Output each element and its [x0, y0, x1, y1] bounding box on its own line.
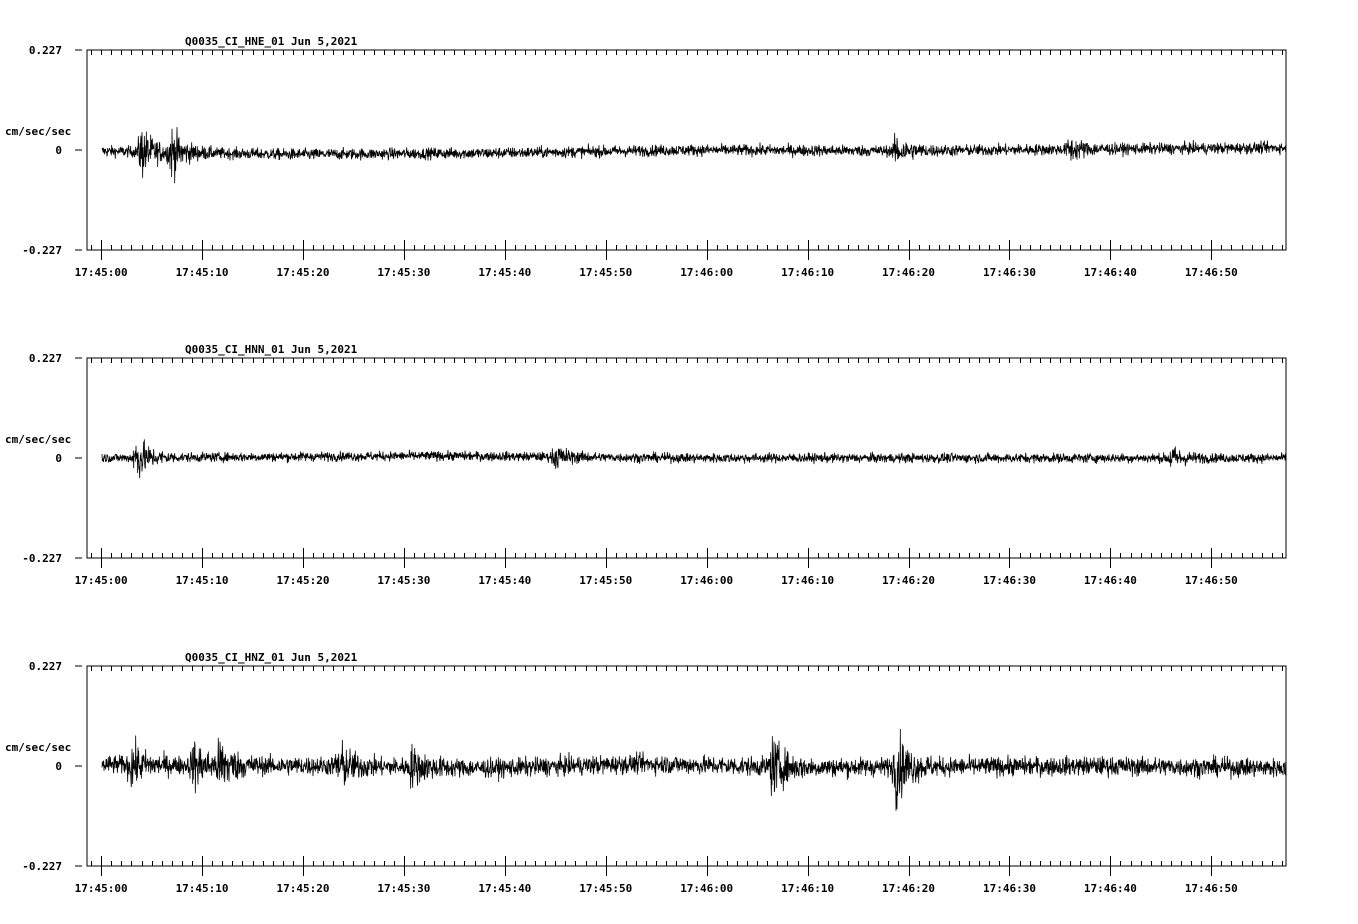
panel-0: Q0035_CI_HNE_01 Jun 5,2021 0.227 0 -0.227 cm…	[5, 35, 1287, 279]
panel-title: Q0035_CI_HNE_01 Jun 5,2021	[185, 35, 358, 48]
x-tick-label: 17:46:00	[680, 266, 733, 279]
y-axis-label: cm/sec/sec	[5, 433, 71, 446]
x-tick-label: 17:45:20	[276, 882, 329, 895]
y-tick-label: 0	[55, 452, 62, 465]
y-tick-label: -0.227	[22, 244, 62, 257]
x-tick-label: 17:46:00	[680, 882, 733, 895]
y-tick-label: -0.227	[22, 552, 62, 565]
x-tick-label: 17:45:50	[579, 882, 632, 895]
x-tick-label: 17:45:30	[377, 266, 430, 279]
waveform-trace	[101, 127, 1287, 184]
y-tick-label: 0	[55, 144, 62, 157]
y-tick-label: 0.227	[29, 352, 62, 365]
y-tick-label: 0.227	[29, 44, 62, 57]
x-tick-label: 17:45:40	[478, 882, 531, 895]
panel-2: Q0035_CI_HNZ_01 Jun 5,2021 0.227 0 -0.227 cm…	[5, 651, 1287, 895]
x-tick-label: 17:45:10	[176, 266, 229, 279]
x-tick-label: 17:45:10	[176, 882, 229, 895]
panel-title: Q0035_CI_HNZ_01 Jun 5,2021	[185, 651, 358, 664]
x-tick-label: 17:46:40	[1084, 266, 1137, 279]
x-tick-label: 17:45:00	[75, 882, 128, 895]
x-tick-label: 17:45:20	[276, 266, 329, 279]
x-tick-label: 17:46:50	[1185, 266, 1238, 279]
x-tick-label: 17:45:50	[579, 266, 632, 279]
x-tick-label: 17:46:20	[882, 882, 935, 895]
x-tick-label: 17:46:30	[983, 266, 1036, 279]
waveform-trace	[101, 439, 1287, 479]
x-tick-label: 17:46:20	[882, 266, 935, 279]
x-tick-label: 17:45:40	[478, 574, 531, 587]
x-tick-label: 17:46:10	[781, 574, 834, 587]
x-tick-label: 17:46:20	[882, 574, 935, 587]
y-axis-label: cm/sec/sec	[5, 125, 71, 138]
x-tick-label: 17:45:00	[75, 266, 128, 279]
x-tick-label: 17:46:40	[1084, 882, 1137, 895]
y-tick-label: 0	[55, 760, 62, 773]
x-tick-label: 17:46:40	[1084, 574, 1137, 587]
panel-1: Q0035_CI_HNN_01 Jun 5,2021 0.227 0 -0.227 cm…	[5, 343, 1287, 587]
x-tick-label: 17:45:00	[75, 574, 128, 587]
x-tick-label: 17:45:20	[276, 574, 329, 587]
x-tick-label: 17:46:50	[1185, 574, 1238, 587]
x-tick-label: 17:46:30	[983, 574, 1036, 587]
x-tick-label: 17:45:30	[377, 574, 430, 587]
x-tick-label: 17:45:40	[478, 266, 531, 279]
seismogram-figure: Q0035_CI_HNE_01 Jun 5,2021 0.227 0 -0.227 cm…	[5, 35, 1287, 895]
y-axis-label: cm/sec/sec	[5, 741, 71, 754]
x-tick-label: 17:46:00	[680, 574, 733, 587]
x-tick-label: 17:45:30	[377, 882, 430, 895]
y-tick-label: 0.227	[29, 660, 62, 673]
x-tick-label: 17:46:10	[781, 266, 834, 279]
x-tick-label: 17:46:50	[1185, 882, 1238, 895]
x-tick-label: 17:46:10	[781, 882, 834, 895]
x-tick-label: 17:46:30	[983, 882, 1036, 895]
y-tick-label: -0.227	[22, 860, 62, 873]
x-tick-label: 17:45:10	[176, 574, 229, 587]
x-tick-label: 17:45:50	[579, 574, 632, 587]
waveform-trace	[101, 728, 1287, 811]
panel-title: Q0035_CI_HNN_01 Jun 5,2021	[185, 343, 358, 356]
